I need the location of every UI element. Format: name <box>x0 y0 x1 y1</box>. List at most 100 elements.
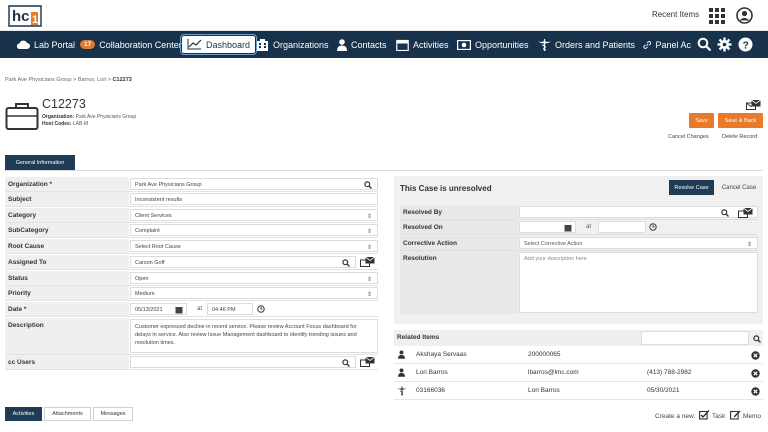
save-button[interactable]: Save <box>689 113 714 128</box>
tab-attachments[interactable]: Attachments <box>44 407 91 421</box>
related-name[interactable]: 03166036 <box>416 387 445 394</box>
form-row-organization: Organization * Park Ave Physicians Group <box>5 177 378 192</box>
caduceus-icon <box>397 386 407 396</box>
memo-edit-icon[interactable] <box>730 410 741 420</box>
nav-dashboard[interactable]: Dashboard <box>179 34 258 55</box>
corrective-action-select[interactable]: Select Corrective Action ⇕ <box>519 237 758 249</box>
person-icon <box>398 350 405 359</box>
task-checkbox-icon[interactable] <box>699 410 710 420</box>
email-icon[interactable] <box>738 208 753 218</box>
notification-badge: 17 <box>80 40 96 49</box>
nav-organizations[interactable]: Organizations <box>256 31 329 58</box>
cancel-changes-link[interactable]: Cancel Changes <box>668 134 709 140</box>
delete-record-link[interactable]: Delete Record <box>722 134 757 140</box>
calendar-icon[interactable] <box>175 306 183 314</box>
nav-activities[interactable]: Activities <box>396 31 449 58</box>
remove-icon[interactable] <box>751 351 760 360</box>
form-row-cc-users: cc Users <box>5 355 378 370</box>
money-icon <box>457 39 471 50</box>
resolved-on-date-field[interactable] <box>519 221 576 233</box>
tab-activities[interactable]: Activities <box>5 407 42 421</box>
description-textarea[interactable]: Customer expressed decline in recent ser… <box>130 319 378 353</box>
field-label: Subject <box>5 192 129 206</box>
search-icon[interactable] <box>721 209 729 217</box>
subcategory-select[interactable]: Complaint ⇕ <box>130 224 378 236</box>
cc-users-field[interactable] <box>130 356 356 368</box>
recent-items-link[interactable]: Recent Items <box>652 10 699 19</box>
calendar-icon[interactable] <box>564 224 572 232</box>
breadcrumb: Park Ave Physicians Group > Barros, Lori… <box>5 77 132 83</box>
search-icon[interactable] <box>342 259 350 267</box>
building-icon <box>257 38 268 51</box>
related-name[interactable]: Lori Barros <box>416 369 448 376</box>
status-select[interactable]: Open ⇕ <box>130 272 378 284</box>
person-icon <box>337 38 347 51</box>
nav-lab-portal[interactable]: Lab Portal <box>16 31 75 58</box>
help-icon[interactable]: ? <box>738 37 753 52</box>
date-field[interactable]: 05/13/2021 <box>130 303 187 315</box>
related-name[interactable]: Akshaya Servaas <box>416 351 467 358</box>
nav-panel-access[interactable]: Panel Ac <box>643 31 691 58</box>
user-account-icon[interactable] <box>736 7 753 24</box>
chart-line-icon <box>187 39 202 50</box>
remove-icon[interactable] <box>751 387 760 396</box>
create-task-link[interactable]: Task <box>712 413 725 420</box>
category-select[interactable]: Client Services ⇕ <box>130 209 378 221</box>
email-icon[interactable] <box>746 100 761 110</box>
search-icon[interactable] <box>364 181 372 189</box>
email-icon[interactable] <box>360 257 375 267</box>
clock-icon[interactable] <box>649 223 657 231</box>
field-label: Category <box>5 208 129 222</box>
hc1-logo[interactable]: hc 1 <box>8 4 42 28</box>
cancel-case-button[interactable]: Cancel Case <box>718 180 760 195</box>
organization-meta-value: Park Ave Physicians Group <box>75 114 137 120</box>
briefcase-icon <box>5 103 39 130</box>
field-value: Complaint <box>135 228 160 234</box>
gear-icon[interactable] <box>717 37 732 52</box>
field-label: Assigned To <box>5 255 129 269</box>
tab-general-information[interactable]: General Information <box>5 155 75 170</box>
remove-icon[interactable] <box>751 369 760 378</box>
search-icon[interactable] <box>342 359 350 367</box>
breadcrumb-org[interactable]: Park Ave Physicians Group <box>5 77 72 83</box>
form-row-subject: Subject Inconsistent results <box>5 192 378 207</box>
list-item[interactable]: Lori Barros lbarros@lmc.com (413) 788-29… <box>394 364 763 382</box>
clock-icon[interactable] <box>257 305 265 313</box>
time-field[interactable]: 04:46 PM <box>207 303 253 315</box>
resolve-case-button[interactable]: Resolve Case <box>669 180 714 195</box>
subject-field[interactable]: Inconsistent results <box>130 193 378 205</box>
save-and-back-button[interactable]: Save & Back <box>718 113 763 128</box>
resolution-textarea[interactable]: Add your description here <box>519 252 758 313</box>
form-row-assigned-to: Assigned To Carson Goff <box>5 255 378 270</box>
related-detail: lbarros@lmc.com <box>528 369 579 376</box>
nav-contacts[interactable]: Contacts <box>337 31 387 58</box>
organization-field[interactable]: Park Ave Physicians Group <box>130 178 378 190</box>
list-item[interactable]: Akshaya Servaas 200000065 <box>394 346 763 364</box>
nav-orders-and-patients[interactable]: Orders and Patients <box>538 31 635 58</box>
search-icon[interactable] <box>753 335 761 343</box>
link-icon <box>643 40 652 49</box>
root-cause-select[interactable]: Select Root Cause ⇕ <box>130 240 378 252</box>
organization-meta-label: Organization: <box>42 114 75 120</box>
email-icon[interactable] <box>360 357 375 367</box>
person-icon <box>398 368 405 377</box>
field-value: Medium <box>135 291 155 297</box>
apps-grid-icon[interactable] <box>709 8 725 24</box>
nav-label: Organizations <box>273 39 329 50</box>
search-icon[interactable] <box>697 37 712 52</box>
field-label: Description <box>5 318 129 354</box>
related-detail: Lori Barros <box>528 387 560 394</box>
priority-select[interactable]: Medium ⇕ <box>130 287 378 299</box>
tab-messages[interactable]: Messages <box>93 407 133 421</box>
page-title: C12273 <box>42 97 86 111</box>
assigned-to-field[interactable]: Carson Goff <box>130 256 356 268</box>
breadcrumb-contact[interactable]: Barros, Lori <box>78 77 106 83</box>
nav-opportunities[interactable]: Opportunities <box>457 31 529 58</box>
related-search-input[interactable] <box>641 331 749 345</box>
create-memo-link[interactable]: Memo <box>743 413 761 420</box>
resolved-by-field[interactable] <box>519 206 758 218</box>
caduceus-icon <box>538 38 551 51</box>
list-item[interactable]: 03166036 Lori Barros 05/30/2021 <box>394 382 763 400</box>
resolved-on-time-field[interactable] <box>598 221 646 233</box>
nav-collaboration-center[interactable]: 17 Collaboration Center <box>80 31 182 58</box>
